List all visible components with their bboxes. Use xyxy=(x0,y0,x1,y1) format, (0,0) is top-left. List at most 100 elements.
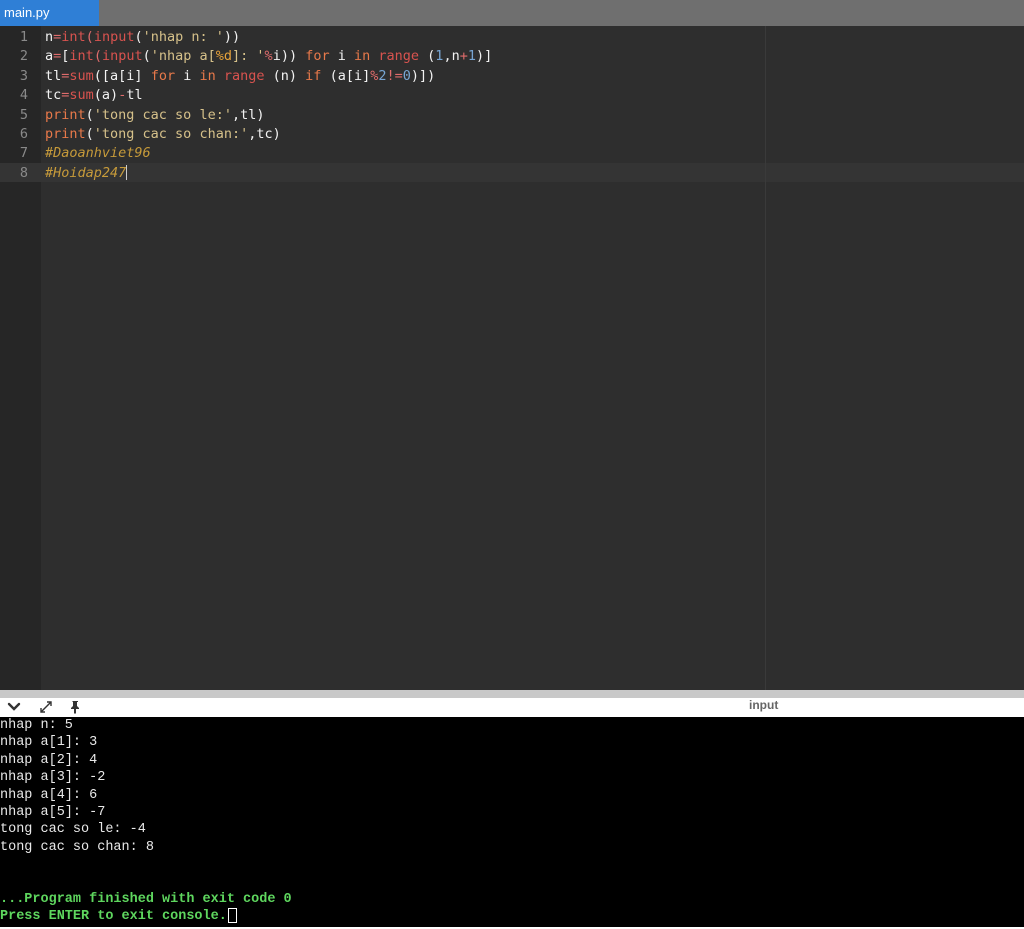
code-token: tc xyxy=(45,87,62,104)
code-line: 6 print('tong cac so chan:',tc) xyxy=(0,125,1024,144)
code-token: ( xyxy=(142,48,151,65)
code-token: #Hoidap247 xyxy=(45,164,127,181)
code-line: 7 #Daoanhviet96 xyxy=(0,144,1024,163)
code-text: tl=sum([a[i] for i in range (n) if (a[i]… xyxy=(45,67,435,86)
status-text: Press ENTER to exit console. xyxy=(0,909,227,925)
code-token: in xyxy=(353,48,371,65)
tab-main-py[interactable]: main.py xyxy=(0,0,99,26)
code-token: n xyxy=(45,29,54,45)
code-token: a xyxy=(45,48,54,65)
chevron-down-icon[interactable] xyxy=(6,699,22,715)
code-token: sum xyxy=(69,87,94,104)
code-token: print xyxy=(45,106,86,123)
code-text: tc=sum(a)-tl xyxy=(45,86,143,105)
code-token: 'nhap n: ' xyxy=(142,29,224,45)
code-token: int xyxy=(61,29,86,45)
code-token: int xyxy=(69,48,94,65)
line-number: 7 xyxy=(19,145,28,162)
code-token: (n) xyxy=(264,67,306,84)
code-line: 3 tl=sum([a[i] for i in range (n) if (a[i… xyxy=(0,67,1024,86)
console-line: nhap a[3]: -2 xyxy=(0,770,106,786)
line-number: 8 xyxy=(19,164,28,181)
code-token: ( xyxy=(85,29,94,45)
code-token: for xyxy=(150,67,176,84)
console-output[interactable]: nhap n: 5 nhap a[1]: 3 nhap a[2]: 4 nhap a[… xyxy=(0,717,1024,927)
code-text: n=int(input('nhap n: ')) xyxy=(45,28,240,47)
console-cursor xyxy=(227,908,237,924)
code-token: if xyxy=(305,67,322,84)
code-token: 2 xyxy=(378,67,387,84)
code-token: range xyxy=(223,67,265,84)
code-token: ( xyxy=(85,125,94,142)
console-lines: nhap n: 5 nhap a[1]: 3 nhap a[2]: 4 nhap a[… xyxy=(0,717,1024,926)
code-token: != xyxy=(386,67,403,84)
code-token: ( xyxy=(134,29,143,45)
code-token: tl xyxy=(126,87,143,104)
code-line: 8 #Hoidap247 xyxy=(0,164,1024,183)
code-token: 1 xyxy=(467,48,476,65)
code-line: 2 a=[int(input('nhap a[%d]: '%i)) for i i… xyxy=(0,47,1024,66)
pin-icon[interactable] xyxy=(67,699,83,715)
code-token: i)) xyxy=(272,48,306,65)
console-toolbar: input xyxy=(0,698,1024,717)
console-line: nhap a[4]: 6 xyxy=(0,787,98,803)
code-text: print('tong cac so chan:',tc) xyxy=(45,125,281,144)
code-token: )]) xyxy=(410,67,436,84)
console-line: tong cac so chan: 8 xyxy=(0,839,154,855)
code-token: i xyxy=(175,67,200,84)
line-number: 4 xyxy=(19,87,28,104)
tab-bar: main.py xyxy=(0,0,1024,26)
console-line: nhap n: 5 xyxy=(0,718,73,733)
code-token: )] xyxy=(475,48,493,65)
code-token: input xyxy=(93,29,135,45)
code-token: print xyxy=(45,125,86,142)
code-token: for xyxy=(305,48,330,65)
code-token: ,tc) xyxy=(248,125,281,142)
console-line: tong cac so le: -4 xyxy=(0,822,146,838)
code-token: in xyxy=(199,67,216,84)
code-token: ( xyxy=(85,106,94,123)
exit-code-message: ...Program finished with exit code 0 xyxy=(0,891,1024,908)
code-token: ,tl) xyxy=(231,106,265,123)
line-number: 5 xyxy=(19,106,28,123)
code-token: 'nhap a[ xyxy=(150,48,216,65)
code-token: sum xyxy=(69,67,94,84)
code-token: ([a[i] xyxy=(93,67,151,84)
line-number: 3 xyxy=(19,67,28,84)
console-line: nhap a[2]: 4 xyxy=(0,752,98,768)
text-cursor xyxy=(126,165,128,181)
console-line: nhap a[1]: 3 xyxy=(0,735,98,751)
code-editor[interactable]: 1 n=int(input('nhap n: ')) 2 a=[int(input('… xyxy=(0,26,1024,690)
code-text: print('tong cac so le:',tl) xyxy=(45,106,264,125)
code-token: range xyxy=(378,48,420,65)
code-line: 1 n=int(input('nhap n: ')) xyxy=(0,28,1024,47)
line-number: 1 xyxy=(19,29,28,45)
code-token: 'tong cac so le:' xyxy=(93,106,232,123)
code-token: #Daoanhviet96 xyxy=(45,145,151,162)
code-token: ]: ' xyxy=(232,48,265,65)
line-number: 6 xyxy=(19,125,28,142)
code-token: 0 xyxy=(402,67,411,84)
console-line: nhap a[5]: -7 xyxy=(0,804,106,820)
code-token: input xyxy=(101,48,143,65)
code-token: tl xyxy=(45,67,62,84)
code-lines: 1 n=int(input('nhap n: ')) 2 a=[int(input('… xyxy=(0,28,1024,183)
code-token: (a) xyxy=(93,87,119,104)
code-token: ,n xyxy=(443,48,460,65)
code-text: a=[int(input('nhap a[%d]: '%i)) for i in… xyxy=(45,47,492,66)
panel-divider[interactable] xyxy=(0,690,1024,698)
code-token: ( xyxy=(93,48,102,65)
code-token: ( xyxy=(419,48,436,65)
expand-icon[interactable] xyxy=(38,699,54,715)
status-text: ...Program finished with exit code 0 xyxy=(0,891,292,907)
code-token: )) xyxy=(223,29,241,45)
code-token: %d xyxy=(215,48,233,65)
code-text: #Daoanhviet96 xyxy=(45,144,151,163)
code-token: i xyxy=(329,48,354,65)
code-token: % xyxy=(264,48,273,65)
code-token: (a[i] xyxy=(321,67,371,84)
code-token: + xyxy=(459,48,468,65)
